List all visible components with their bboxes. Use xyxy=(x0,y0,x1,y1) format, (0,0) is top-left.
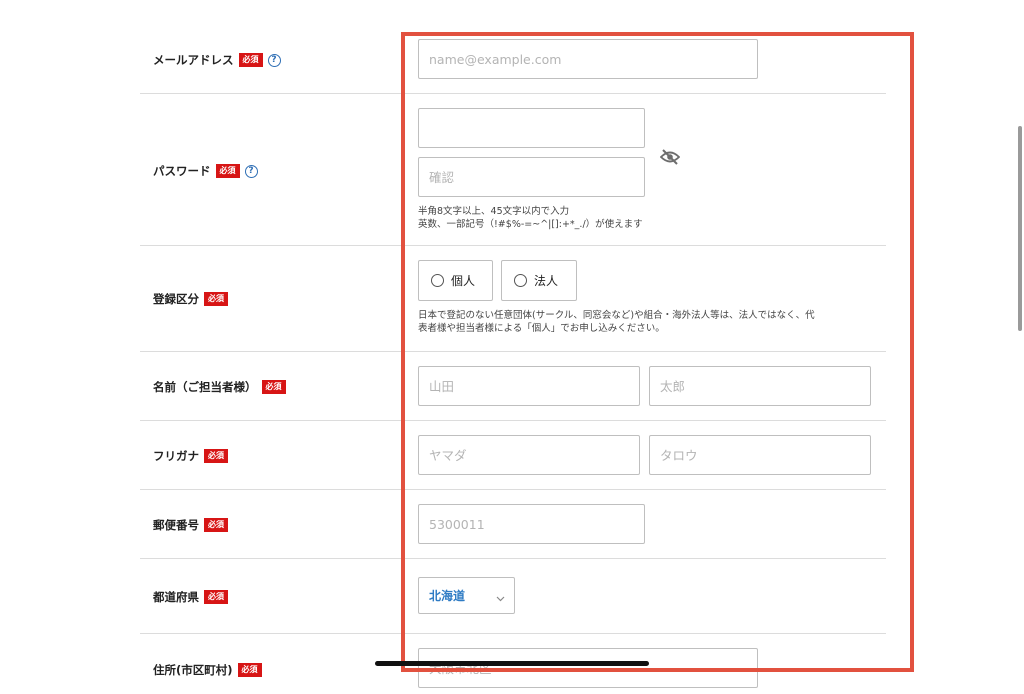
name-label-text: 名前（ご担当者様） xyxy=(153,380,257,394)
scrollbar[interactable] xyxy=(1018,126,1022,331)
password-label-text: パスワード xyxy=(153,164,211,178)
required-badge: 必須 xyxy=(204,590,228,604)
postal-code-label-text: 郵便番号 xyxy=(153,518,199,532)
registration-type-label-text: 登録区分 xyxy=(153,292,199,306)
label-name: 名前（ご担当者様） 必須 xyxy=(153,379,286,395)
label-registration-type: 登録区分 必須 xyxy=(153,291,228,307)
help-icon[interactable]: ? xyxy=(267,53,281,67)
label-prefecture: 都道府県 必須 xyxy=(153,589,228,605)
required-badge: 必須 xyxy=(204,449,228,463)
city-label-text: 住所(市区町村) xyxy=(153,663,233,677)
furigana-label-text: フリガナ xyxy=(153,449,199,463)
label-password: パスワード 必須 ? xyxy=(153,163,258,179)
label-postal-code: 郵便番号 必須 xyxy=(153,517,228,533)
label-email: メールアドレス 必須 ? xyxy=(153,52,281,68)
required-badge: 必須 xyxy=(238,53,263,67)
home-indicator[interactable] xyxy=(375,661,649,666)
label-furigana: フリガナ 必須 xyxy=(153,448,228,464)
required-badge: 必須 xyxy=(261,380,286,394)
required-badge: 必須 xyxy=(215,164,240,178)
help-icon[interactable]: ? xyxy=(244,164,258,178)
required-badge: 必須 xyxy=(204,518,228,532)
required-badge: 必須 xyxy=(237,663,262,677)
prefecture-label-text: 都道府県 xyxy=(153,590,199,604)
label-city: 住所(市区町村) 必須 xyxy=(153,662,262,678)
email-label-text: メールアドレス xyxy=(153,53,234,67)
highlight-frame xyxy=(401,32,914,672)
required-badge: 必須 xyxy=(204,292,228,306)
